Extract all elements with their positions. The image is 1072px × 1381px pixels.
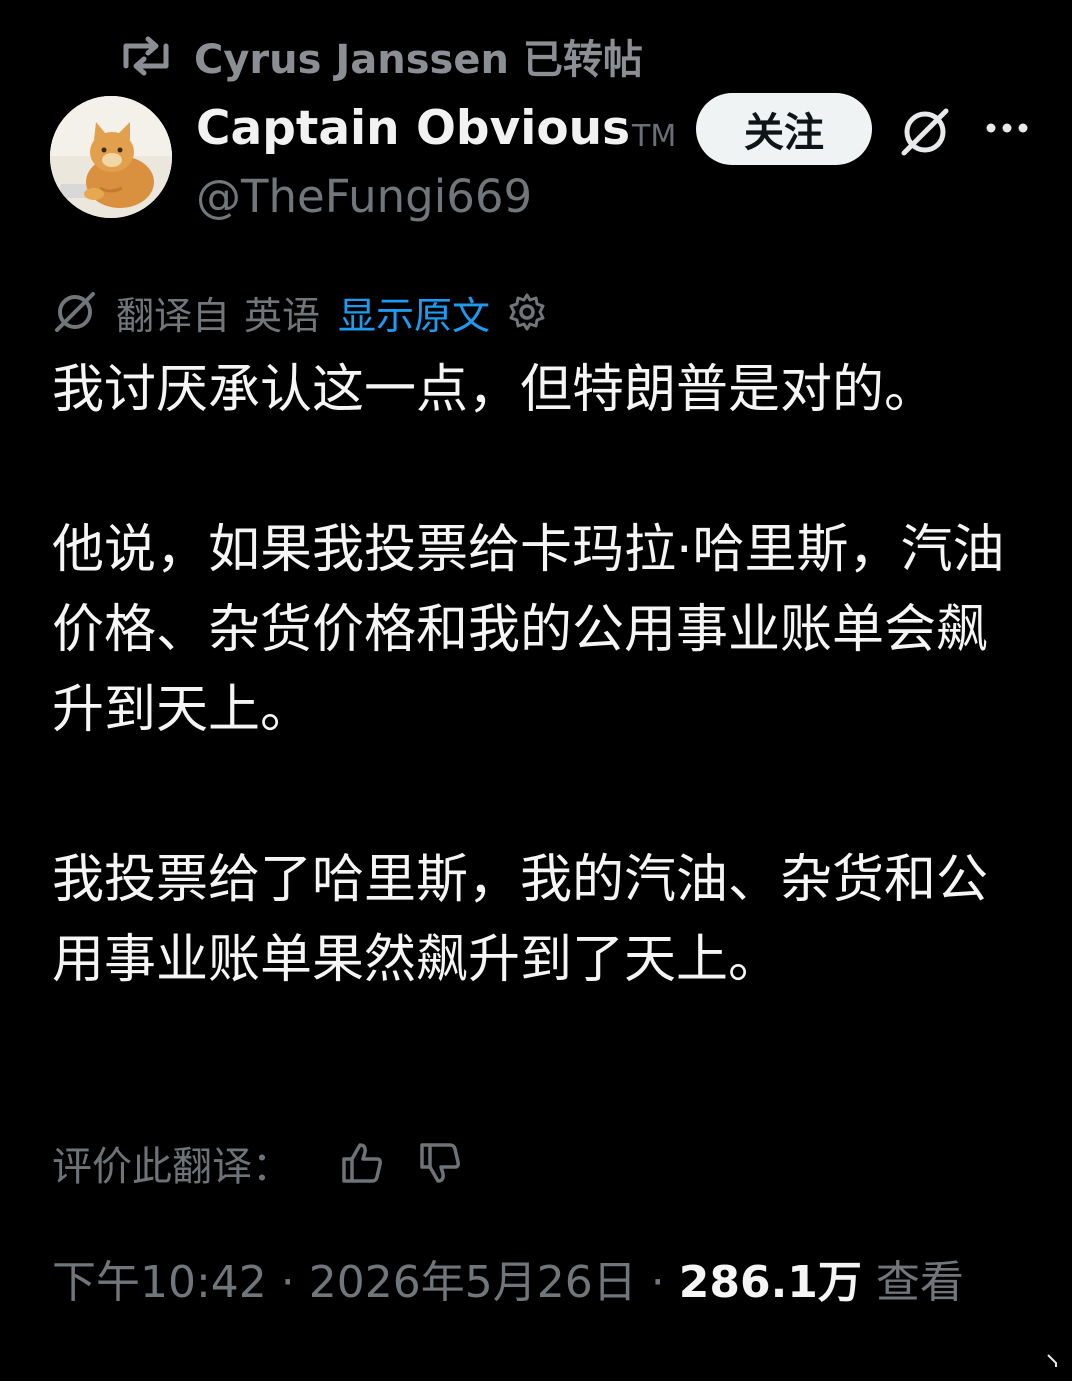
- source-language: 英语: [244, 293, 321, 338]
- tweet-paragraph-1: 我讨厌承认这一点，但特朗普是对的。: [52, 360, 937, 420]
- tweet-paragraph-3: 我投票给了哈里斯，我的汽油、杂货和公用事业账单果然飙升到了天上。: [52, 850, 989, 990]
- thumbs-down-icon[interactable]: [416, 1139, 464, 1187]
- gear-icon[interactable]: [506, 291, 548, 333]
- follow-button[interactable]: 关注: [696, 93, 872, 165]
- rate-translation: 评价此翻译：: [52, 1132, 464, 1194]
- show-original-link[interactable]: 显示原文: [338, 285, 490, 340]
- translated-from-label: 翻译自: [116, 293, 231, 338]
- meta-separator: ·: [266, 1257, 309, 1308]
- tweet-text: 我讨厌承认这一点，但特朗普是对的。 他说，如果我投票给卡玛拉·哈里斯，汽油价格、…: [52, 350, 1012, 1000]
- views-count[interactable]: 286.1万: [679, 1257, 862, 1308]
- translation-notice: 翻译自 英语 显示原文: [52, 284, 548, 340]
- author-name[interactable]: Captain ObviousTM: [196, 96, 676, 170]
- corner-resize-mark: [1042, 1351, 1062, 1371]
- tweet-meta: 下午10:42 · 2026年5月26日 · 286.1万 查看: [52, 1248, 1022, 1318]
- author-display-name[interactable]: Captain Obvious: [196, 101, 630, 156]
- translate-grok-icon: [52, 289, 98, 335]
- more-icon[interactable]: [984, 118, 1030, 138]
- views-label: 查看: [875, 1257, 964, 1308]
- tweet-time[interactable]: 下午10:42: [52, 1257, 267, 1308]
- cat-avatar-image: [50, 96, 172, 218]
- tweet-paragraph-2: 他说，如果我投票给卡玛拉·哈里斯，汽油价格、杂货价格和我的公用事业账单会飙升到天…: [52, 520, 1005, 740]
- repost-indicator[interactable]: Cyrus Janssen 已转帖: [120, 28, 643, 84]
- grok-icon[interactable]: [896, 103, 954, 161]
- meta-separator: ·: [636, 1257, 679, 1308]
- tweet-date[interactable]: 2026年5月26日: [309, 1257, 637, 1308]
- rate-translation-label: 评价此翻译：: [52, 1144, 292, 1190]
- author-handle[interactable]: @TheFungi669: [196, 166, 532, 228]
- trademark-badge: TM: [632, 119, 677, 154]
- thumbs-up-icon[interactable]: [338, 1139, 386, 1187]
- avatar[interactable]: [50, 96, 172, 218]
- repost-icon: [120, 36, 172, 76]
- repost-text[interactable]: Cyrus Janssen 已转帖: [194, 27, 643, 85]
